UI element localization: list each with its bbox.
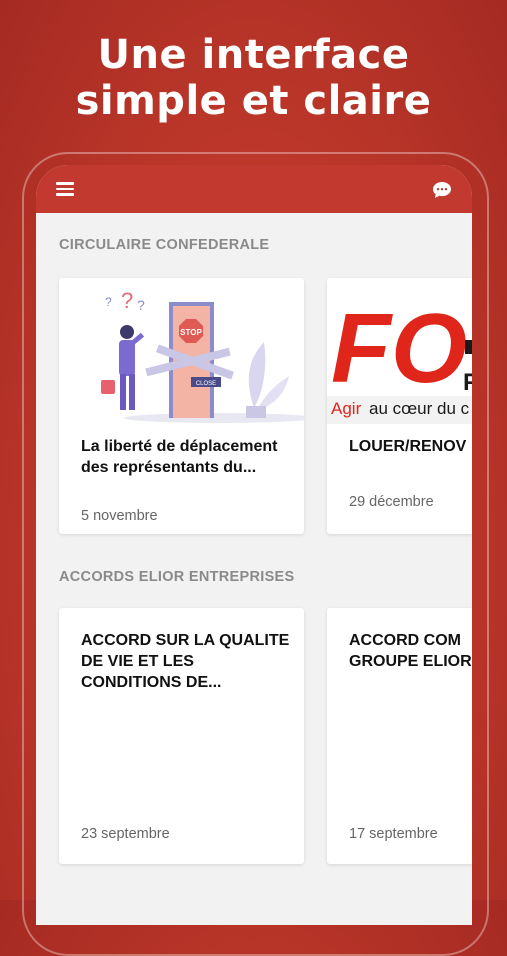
card-date: 17 septembre	[349, 826, 438, 842]
svg-text:?: ?	[105, 295, 112, 309]
promo-headline-line1: Une interface	[97, 32, 410, 78]
news-card[interactable]: STOP CLOSE ? ? ? La liberté de déplaceme…	[59, 278, 304, 534]
fo-logo-text: FO	[331, 293, 467, 403]
card-date: 23 septembre	[81, 826, 170, 842]
promo-headline-line2: simple et claire	[75, 78, 432, 124]
svg-text:STOP: STOP	[180, 328, 202, 337]
app-bar	[36, 165, 472, 213]
fo-tagline-red: Agir	[331, 399, 362, 418]
card-title: ACCORD SUR LA QUALITE DE VIE ET LES COND…	[81, 632, 290, 691]
svg-text:?: ?	[137, 297, 145, 313]
card-date: 29 décembre	[349, 494, 434, 510]
section-title-circulaire: CIRCULAIRE CONFEDERALE	[59, 237, 270, 253]
card-title-line1: ACCORD COM	[349, 632, 461, 649]
card-title: La liberté de déplacement des représenta…	[81, 438, 278, 476]
card-title: ACCORD COM GROUPE ELIOR	[349, 630, 472, 672]
news-card[interactable]: ACCORD SUR LA QUALITE DE VIE ET LES COND…	[59, 608, 304, 864]
news-card[interactable]: FO F Agir au cœur du c LOUER/RENOV 29 dé…	[327, 278, 472, 534]
svg-text:CLOSE: CLOSE	[196, 381, 216, 387]
section-title-accords: ACCORDS ELIOR ENTREPRISES	[59, 569, 295, 585]
chat-bubble-icon[interactable]	[432, 181, 452, 199]
card-date: 5 novembre	[81, 508, 158, 524]
fo-tagline: au cœur du c	[369, 399, 470, 418]
hamburger-menu-icon[interactable]	[56, 182, 74, 196]
card-title: LOUER/RENOV	[349, 438, 467, 455]
stop-door-illustration: STOP CLOSE ? ? ?	[59, 278, 304, 424]
fo-logo: FO F Agir au cœur du c	[327, 278, 472, 424]
card-title-line2: GROUPE ELIOR	[349, 653, 472, 670]
news-card[interactable]: ACCORD COM GROUPE ELIOR 17 septembre	[327, 608, 472, 864]
svg-text:F: F	[463, 369, 472, 396]
app-screen: CIRCULAIRE CONFEDERALE STOP CLOSE ? ? ? …	[36, 165, 472, 925]
svg-text:?: ?	[121, 288, 133, 313]
promo-headline: Une interface simple et claire	[0, 32, 507, 124]
